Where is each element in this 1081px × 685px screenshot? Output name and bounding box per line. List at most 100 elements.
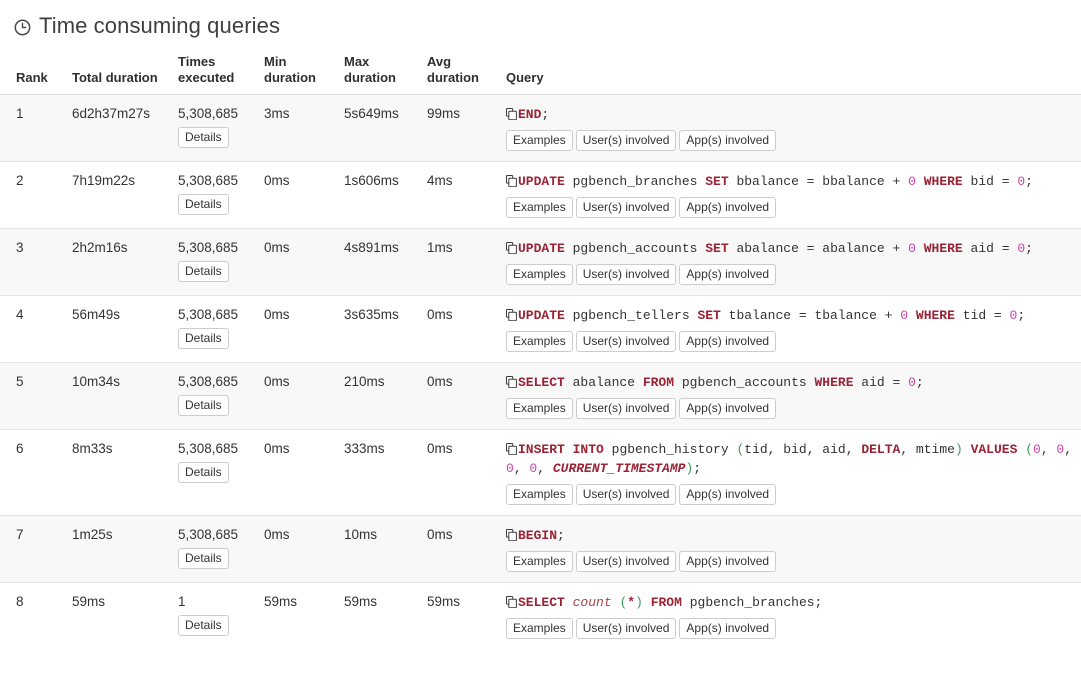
copy-icon[interactable] bbox=[506, 309, 517, 321]
details-button[interactable]: Details bbox=[178, 194, 229, 215]
users-involved-button[interactable]: User(s) involved bbox=[575, 398, 677, 419]
apps-involved-button[interactable]: App(s) involved bbox=[679, 618, 777, 639]
cell-avg-duration: 59ms bbox=[427, 582, 506, 649]
examples-button[interactable]: Examples bbox=[506, 197, 573, 218]
sql-token: bid = bbox=[962, 174, 1018, 189]
cell-times-executed: 5,308,685 Details bbox=[178, 515, 264, 583]
query-actions: Examples User(s) involved App(s) involved bbox=[506, 394, 1075, 419]
apps-involved-button[interactable]: App(s) involved bbox=[679, 197, 777, 218]
examples-button[interactable]: Examples bbox=[506, 618, 573, 639]
cell-rank-value: 5 bbox=[16, 374, 24, 389]
cell-max-duration-value: 10ms bbox=[344, 527, 378, 542]
apps-involved-button[interactable]: App(s) involved bbox=[679, 484, 777, 505]
sql-token: UPDATE bbox=[518, 174, 565, 189]
apps-involved-button[interactable]: App(s) involved bbox=[679, 130, 777, 151]
cell-min-duration-value: 59ms bbox=[264, 594, 298, 609]
column-header-total-duration: Total duration bbox=[72, 54, 178, 95]
cell-max-duration: 59ms bbox=[344, 582, 427, 649]
cell-avg-duration-value: 0ms bbox=[427, 441, 453, 456]
cell-total-duration: 1m25s bbox=[72, 515, 178, 583]
page-title-text: Time consuming queries bbox=[39, 13, 281, 38]
queries-table: Rank Total duration Times executed Min d… bbox=[0, 54, 1081, 649]
cell-times-executed: 1 Details bbox=[178, 582, 264, 649]
details-button[interactable]: Details bbox=[178, 462, 229, 483]
query-content: SELECT count (*) FROM pgbench_branches; E… bbox=[506, 593, 1075, 639]
sql-token: ; bbox=[1025, 174, 1033, 189]
copy-icon[interactable] bbox=[506, 443, 517, 455]
sql-token: ( bbox=[1025, 442, 1033, 457]
users-involved-button[interactable]: User(s) involved bbox=[575, 484, 677, 505]
cell-total-duration: 6d2h37m27s bbox=[72, 94, 178, 162]
cell-min-duration-value: 0ms bbox=[264, 173, 290, 188]
query-content: INSERT INTO pgbench_history (tid, bid, a… bbox=[506, 440, 1075, 505]
cell-max-duration-value: 333ms bbox=[344, 441, 385, 456]
sql-token: ; bbox=[557, 528, 565, 543]
cell-times-executed-value: 5,308,685 bbox=[178, 173, 239, 188]
sql-token: SELECT bbox=[518, 375, 565, 390]
users-involved-button[interactable]: User(s) involved bbox=[575, 618, 677, 639]
sql-token: 0 bbox=[1017, 241, 1026, 256]
examples-button[interactable]: Examples bbox=[506, 331, 573, 352]
sql-token: count bbox=[572, 595, 612, 610]
examples-button[interactable]: Examples bbox=[506, 130, 573, 151]
details-button[interactable]: Details bbox=[178, 615, 229, 636]
cell-max-duration-value: 5s649ms bbox=[344, 106, 399, 121]
column-header-times-executed: Times executed bbox=[178, 54, 264, 95]
apps-involved-button[interactable]: App(s) involved bbox=[679, 551, 777, 572]
copy-icon[interactable] bbox=[506, 242, 517, 254]
details-button[interactable]: Details bbox=[178, 548, 229, 569]
cell-avg-duration-value: 59ms bbox=[427, 594, 461, 609]
sql-token: 0 bbox=[1017, 174, 1026, 189]
query-actions: Examples User(s) involved App(s) involved bbox=[506, 126, 1075, 151]
copy-icon[interactable] bbox=[506, 596, 517, 608]
cell-total-duration-value: 10m34s bbox=[72, 374, 121, 389]
examples-button[interactable]: Examples bbox=[506, 264, 573, 285]
table-row: 3 2h2m16s 5,308,685 Details 0ms 4s891ms 1ms UPD… bbox=[0, 228, 1081, 296]
copy-icon[interactable] bbox=[506, 529, 517, 541]
apps-involved-button[interactable]: App(s) involved bbox=[679, 331, 777, 352]
details-button[interactable]: Details bbox=[178, 395, 229, 416]
details-button[interactable]: Details bbox=[178, 328, 229, 349]
query-sql: UPDATE pgbench_accounts SET abalance = a… bbox=[506, 239, 1075, 258]
column-header-rank: Rank bbox=[0, 54, 72, 95]
sql-token: VALUES bbox=[970, 442, 1018, 457]
query-sql: SELECT count (*) FROM pgbench_branches; bbox=[506, 593, 1075, 612]
details-button[interactable]: Details bbox=[178, 261, 229, 282]
cell-avg-duration-value: 0ms bbox=[427, 374, 453, 389]
cell-query: SELECT abalance FROM pgbench_accounts WH… bbox=[506, 362, 1081, 430]
cell-max-duration: 3s635ms bbox=[344, 295, 427, 363]
query-sql: INSERT INTO pgbench_history (tid, bid, a… bbox=[506, 440, 1075, 478]
apps-involved-button[interactable]: App(s) involved bbox=[679, 398, 777, 419]
clock-icon bbox=[14, 19, 31, 36]
examples-button[interactable]: Examples bbox=[506, 484, 573, 505]
examples-button[interactable]: Examples bbox=[506, 551, 573, 572]
examples-button[interactable]: Examples bbox=[506, 398, 573, 419]
users-involved-button[interactable]: User(s) involved bbox=[575, 130, 677, 151]
cell-rank: 7 bbox=[0, 515, 72, 583]
users-involved-button[interactable]: User(s) involved bbox=[575, 551, 677, 572]
cell-rank-value: 8 bbox=[16, 594, 24, 609]
copy-icon[interactable] bbox=[506, 108, 517, 120]
cell-rank-value: 4 bbox=[16, 307, 24, 322]
users-involved-button[interactable]: User(s) involved bbox=[575, 331, 677, 352]
sql-token: 0 bbox=[900, 308, 909, 323]
cell-times-executed-value: 5,308,685 bbox=[178, 307, 239, 322]
cell-total-duration-value: 56m49s bbox=[72, 307, 121, 322]
users-involved-button[interactable]: User(s) involved bbox=[575, 264, 677, 285]
sql-token: abalance = abalance + bbox=[728, 241, 909, 256]
sql-token: , bbox=[1064, 442, 1073, 457]
details-button[interactable]: Details bbox=[178, 127, 229, 148]
cell-times-executed: 5,308,685 Details bbox=[178, 228, 264, 296]
cell-rank-value: 3 bbox=[16, 240, 24, 255]
cell-times-executed: 5,308,685 Details bbox=[178, 295, 264, 363]
users-involved-button[interactable]: User(s) involved bbox=[575, 197, 677, 218]
query-sql: UPDATE pgbench_tellers SET tbalance = tb… bbox=[506, 306, 1075, 325]
copy-icon[interactable] bbox=[506, 175, 517, 187]
sql-token: tbalance = tbalance + bbox=[720, 308, 901, 323]
cell-rank-value: 7 bbox=[16, 527, 24, 542]
copy-icon[interactable] bbox=[506, 376, 517, 388]
cell-total-duration-value: 2h2m16s bbox=[72, 240, 128, 255]
apps-involved-button[interactable]: App(s) involved bbox=[679, 264, 777, 285]
